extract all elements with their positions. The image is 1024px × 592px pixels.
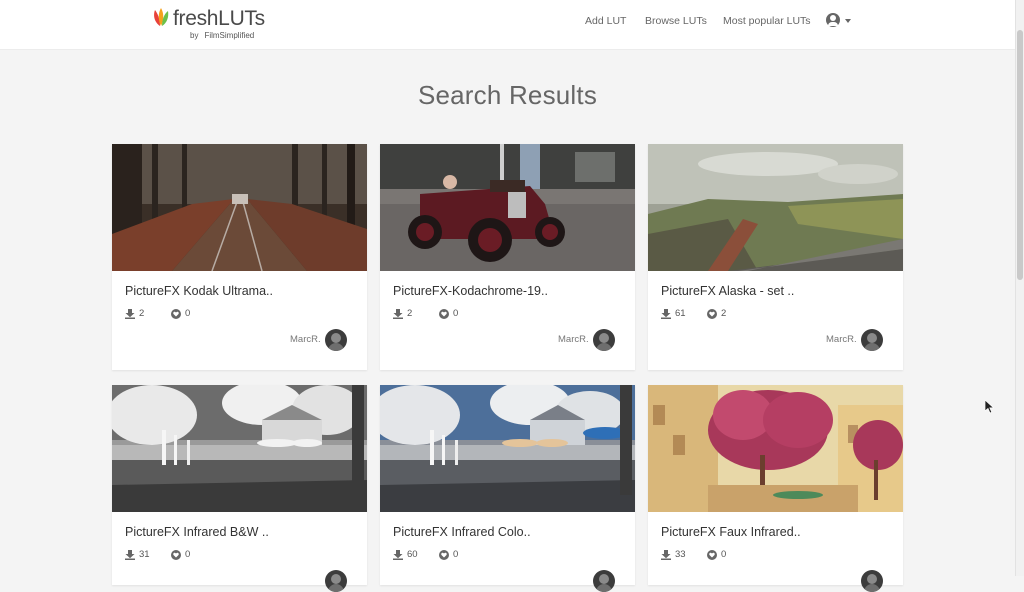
lut-title[interactable]: PictureFX-Kodachrome-19.. — [393, 284, 548, 298]
download-icon — [125, 549, 135, 560]
download-count-value: 33 — [675, 549, 686, 560]
lut-title[interactable]: PictureFX Alaska - set .. — [661, 284, 794, 298]
like-count-value: 0 — [185, 308, 191, 319]
lut-card[interactable]: PictureFX-Kodachrome-19.. 2 0 MarcR. — [380, 144, 635, 370]
lut-thumbnail[interactable] — [380, 144, 635, 271]
author-avatar[interactable] — [325, 329, 347, 351]
author-avatar[interactable] — [593, 570, 615, 592]
like-count-value: 0 — [721, 549, 727, 560]
download-icon — [125, 308, 135, 319]
download-count: 31 — [125, 549, 150, 560]
download-count: 33 — [661, 549, 686, 560]
lut-card[interactable]: PictureFX Infrared Colo.. 60 0 — [380, 385, 635, 592]
infrared-bw-fountain-image — [112, 385, 367, 512]
heart-icon — [707, 549, 717, 560]
like-count-value: 2 — [721, 308, 727, 319]
user-menu-dropdown[interactable] — [826, 13, 854, 31]
author-name[interactable]: MarcR. — [558, 334, 589, 345]
like-count-value: 0 — [185, 549, 191, 560]
heart-icon — [707, 308, 717, 319]
download-count-value: 60 — [407, 549, 418, 560]
lut-thumbnail[interactable] — [648, 385, 903, 512]
lut-card[interactable]: PictureFX Faux Infrared.. 33 0 — [648, 385, 903, 592]
lut-title[interactable]: PictureFX Faux Infrared.. — [661, 525, 801, 539]
like-count-value: 0 — [453, 308, 459, 319]
faux-infrared-street-image — [648, 385, 903, 512]
lut-thumbnail[interactable] — [380, 385, 635, 512]
logo-byline: by FilmSimplified — [190, 31, 254, 40]
heart-icon — [171, 549, 181, 560]
freshluts-logo[interactable]: freshLUTs by FilmSimplified — [152, 6, 272, 42]
download-count-value: 2 — [407, 308, 413, 319]
lut-card[interactable]: PictureFX Kodak Ultrama.. 2 0 MarcR. — [112, 144, 367, 370]
like-count: 0 — [439, 308, 458, 319]
forest-railway-image — [112, 144, 367, 271]
lut-thumbnail[interactable] — [648, 144, 903, 271]
author-name[interactable]: MarcR. — [826, 334, 857, 345]
user-circle-icon — [826, 13, 840, 27]
download-icon — [393, 308, 403, 319]
scrollbar-thumb[interactable] — [1017, 30, 1023, 280]
vintage-car-image — [380, 144, 635, 271]
page-scrollbar[interactable] — [1015, 0, 1024, 576]
nav-browse-luts[interactable]: Browse LUTs — [645, 15, 707, 27]
logo-by: by — [190, 31, 199, 40]
download-count: 61 — [661, 308, 686, 319]
download-count: 60 — [393, 549, 418, 560]
lut-thumbnail[interactable] — [112, 385, 367, 512]
lut-title[interactable]: PictureFX Infrared Colo.. — [393, 525, 531, 539]
author-avatar[interactable] — [593, 329, 615, 351]
nav-add-lut[interactable]: Add LUT — [585, 15, 626, 27]
landscape-image — [648, 144, 903, 271]
download-count-value: 61 — [675, 308, 686, 319]
like-count: 0 — [707, 549, 726, 560]
page-title: Search Results — [417, 80, 598, 110]
like-count: 0 — [171, 308, 190, 319]
like-count: 0 — [439, 549, 458, 560]
lut-title[interactable]: PictureFX Kodak Ultrama.. — [125, 284, 273, 298]
author-name[interactable]: MarcR. — [290, 334, 321, 345]
author-avatar[interactable] — [861, 570, 883, 592]
caret-down-icon — [845, 19, 851, 23]
logo-wordmark: freshLUTs — [173, 7, 265, 30]
download-icon — [393, 549, 403, 560]
lut-title[interactable]: PictureFX Infrared B&W .. — [125, 525, 269, 539]
author-avatar[interactable] — [325, 570, 347, 592]
nav-most-popular-luts[interactable]: Most popular LUTs — [723, 15, 811, 27]
author-avatar[interactable] — [861, 329, 883, 351]
download-icon — [661, 549, 671, 560]
download-count-value: 2 — [139, 308, 145, 319]
like-count: 0 — [171, 549, 190, 560]
logo-brand: FilmSimplified — [204, 31, 255, 40]
infrared-color-fountain-image — [380, 385, 635, 512]
download-count-value: 31 — [139, 549, 150, 560]
download-count: 2 — [125, 308, 144, 319]
heart-icon — [171, 308, 181, 319]
heart-icon — [439, 549, 449, 560]
download-icon — [661, 308, 671, 319]
like-count-value: 0 — [453, 549, 459, 560]
top-navbar: freshLUTs by FilmSimplified Add LUT Brows… — [0, 0, 1015, 50]
lut-card[interactable]: PictureFX Alaska - set .. 61 2 MarcR. — [648, 144, 903, 370]
mouse-cursor-icon — [985, 400, 995, 414]
lut-thumbnail[interactable] — [112, 144, 367, 271]
like-count: 2 — [707, 308, 726, 319]
logo-mark-icon — [154, 8, 169, 26]
download-count: 2 — [393, 308, 412, 319]
lut-card[interactable]: PictureFX Infrared B&W .. 31 0 — [112, 385, 367, 592]
heart-icon — [439, 308, 449, 319]
